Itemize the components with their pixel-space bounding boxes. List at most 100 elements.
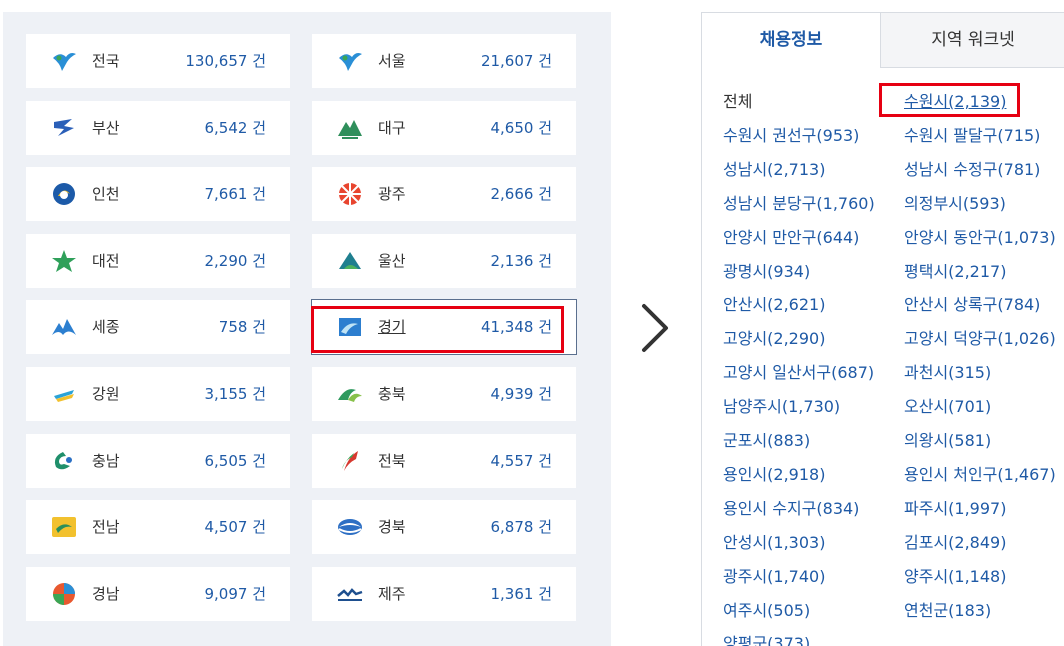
region-card[interactable]: 충남 6,505 건	[26, 434, 290, 488]
jeonbuk-emblem-icon	[336, 449, 364, 473]
city-link[interactable]: 오산시(701)	[904, 397, 991, 417]
region-card[interactable]: 대구 4,650 건	[312, 101, 576, 155]
gyeongnam-emblem-icon	[50, 582, 78, 606]
city-link[interactable]: 의정부시(593)	[904, 194, 1006, 214]
city-link[interactable]: 고양시 일산서구(687)	[723, 363, 874, 383]
region-card[interactable]: 인천 7,661 건	[26, 167, 290, 221]
region-name: 충북	[378, 385, 406, 403]
city-link[interactable]: 안양시 만안구(644)	[723, 228, 859, 248]
city-link[interactable]: 용인시 수지구(834)	[723, 499, 859, 519]
chungbuk-emblem-icon	[336, 382, 364, 406]
region-count: 41,348 건	[480, 318, 552, 336]
city-link[interactable]: 김포시(2,849)	[904, 533, 1006, 553]
city-link[interactable]: 여주시(505)	[723, 601, 810, 621]
city-link[interactable]: 성남시 분당구(1,760)	[723, 194, 875, 214]
region-name: 울산	[378, 252, 406, 270]
gwangju-emblem-icon	[336, 182, 364, 206]
city-link[interactable]: 수원시(2,139)	[904, 92, 1006, 112]
region-count: 2,290 건	[204, 252, 266, 270]
city-link[interactable]: 수원시 팔달구(715)	[904, 126, 1040, 146]
city-link[interactable]: 성남시(2,713)	[723, 160, 825, 180]
chungnam-emblem-icon	[50, 449, 78, 473]
city-link[interactable]: 성남시 수정구(781)	[904, 160, 1040, 180]
region-card[interactable]: 강원 3,155 건	[26, 367, 290, 421]
region-card[interactable]: 충북 4,939 건	[312, 367, 576, 421]
region-card[interactable]: 광주 2,666 건	[312, 167, 576, 221]
region-count: 6,542 건	[204, 119, 266, 137]
city-link[interactable]: 고양시(2,290)	[723, 329, 825, 349]
region-card[interactable]: 경북 6,878 건	[312, 500, 576, 554]
jeonnam-emblem-icon	[50, 515, 78, 539]
gyeongbuk-emblem-icon	[336, 515, 364, 539]
region-card[interactable]: 경기 41,348 건	[311, 299, 577, 355]
region-card[interactable]: 부산 6,542 건	[26, 101, 290, 155]
city-link[interactable]: 안양시 동안구(1,073)	[904, 228, 1056, 248]
seoul-emblem-icon	[336, 49, 364, 73]
ulsan-emblem-icon	[336, 249, 364, 273]
city-link[interactable]: 파주시(1,997)	[904, 499, 1006, 519]
region-name: 대구	[378, 119, 406, 137]
region-name: 충남	[92, 452, 120, 470]
daegu-emblem-icon	[336, 116, 364, 140]
region-count: 6,505 건	[204, 452, 266, 470]
region-card[interactable]: 전남 4,507 건	[26, 500, 290, 554]
chevron-right-icon	[642, 304, 668, 352]
region-count: 3,155 건	[204, 385, 266, 403]
region-name: 부산	[92, 119, 120, 137]
region-card[interactable]: 경남 9,097 건	[26, 567, 290, 621]
tab-regional-worknet[interactable]: 지역 워크넷	[881, 13, 1064, 68]
region-card[interactable]: 제주 1,361 건	[312, 567, 576, 621]
region-card[interactable]: 서울 21,607 건	[312, 34, 576, 88]
region-card[interactable]: 대전 2,290 건	[26, 234, 290, 288]
city-link[interactable]: 광명시(934)	[723, 262, 810, 282]
region-name: 전북	[378, 452, 406, 470]
city-link[interactable]: 과천시(315)	[904, 363, 991, 383]
city-link[interactable]: 양주시(1,148)	[904, 567, 1006, 587]
region-count: 6,878 건	[490, 518, 552, 536]
city-link[interactable]: 광주시(1,740)	[723, 567, 825, 587]
region-name: 제주	[378, 585, 406, 603]
city-link[interactable]: 안성시(1,303)	[723, 533, 825, 553]
region-count: 4,650 건	[490, 119, 552, 137]
region-count: 1,361 건	[490, 585, 552, 603]
region-count: 2,666 건	[490, 185, 552, 203]
region-count: 9,097 건	[204, 585, 266, 603]
city-link[interactable]: 고양시 덕양구(1,026)	[904, 329, 1056, 349]
jeju-emblem-icon	[336, 582, 364, 606]
city-link[interactable]: 안산시(2,621)	[723, 295, 825, 315]
city-link[interactable]: 수원시 권선구(953)	[723, 126, 859, 146]
region-count: 2,136 건	[490, 252, 552, 270]
region-name: 인천	[92, 185, 120, 203]
region-card[interactable]: 전국 130,657 건	[26, 34, 290, 88]
region-count: 21,607 건	[480, 52, 552, 70]
region-count: 4,939 건	[490, 385, 552, 403]
city-link[interactable]: 용인시 처인구(1,467)	[904, 465, 1056, 485]
region-name: 강원	[92, 385, 120, 403]
city-link[interactable]: 평택시(2,217)	[904, 262, 1006, 282]
region-card[interactable]: 울산 2,136 건	[312, 234, 576, 288]
region-detail-panel: 채용정보 지역 워크넷 전체 수원시(2,139) 수원시 권선구(953) 수원시 …	[701, 12, 1064, 646]
city-link[interactable]: 안산시 상록구(784)	[904, 295, 1040, 315]
city-link[interactable]: 양평군(373)	[723, 634, 810, 646]
busan-emblem-icon	[50, 116, 78, 140]
region-name: 전국	[92, 52, 120, 70]
nationwide-emblem-icon	[50, 49, 78, 73]
gangwon-emblem-icon	[50, 382, 78, 406]
region-name: 전남	[92, 518, 120, 536]
city-link[interactable]: 의왕시(581)	[904, 431, 991, 451]
region-card[interactable]: 세종 758 건	[26, 300, 290, 354]
region-name: 대전	[92, 252, 120, 270]
incheon-emblem-icon	[50, 182, 78, 206]
city-link[interactable]: 연천군(183)	[904, 601, 991, 621]
region-name: 세종	[92, 318, 120, 336]
city-link-all[interactable]: 전체	[723, 92, 752, 112]
tab-jobs[interactable]: 채용정보	[702, 13, 881, 68]
city-link[interactable]: 남양주시(1,730)	[723, 397, 840, 417]
city-link[interactable]: 군포시(883)	[723, 431, 810, 451]
city-link[interactable]: 용인시(2,918)	[723, 465, 825, 485]
region-card[interactable]: 전북 4,557 건	[312, 434, 576, 488]
region-count: 130,657 건	[185, 52, 266, 70]
region-name: 경북	[378, 518, 406, 536]
region-count: 4,557 건	[490, 452, 552, 470]
region-name: 서울	[378, 52, 406, 70]
